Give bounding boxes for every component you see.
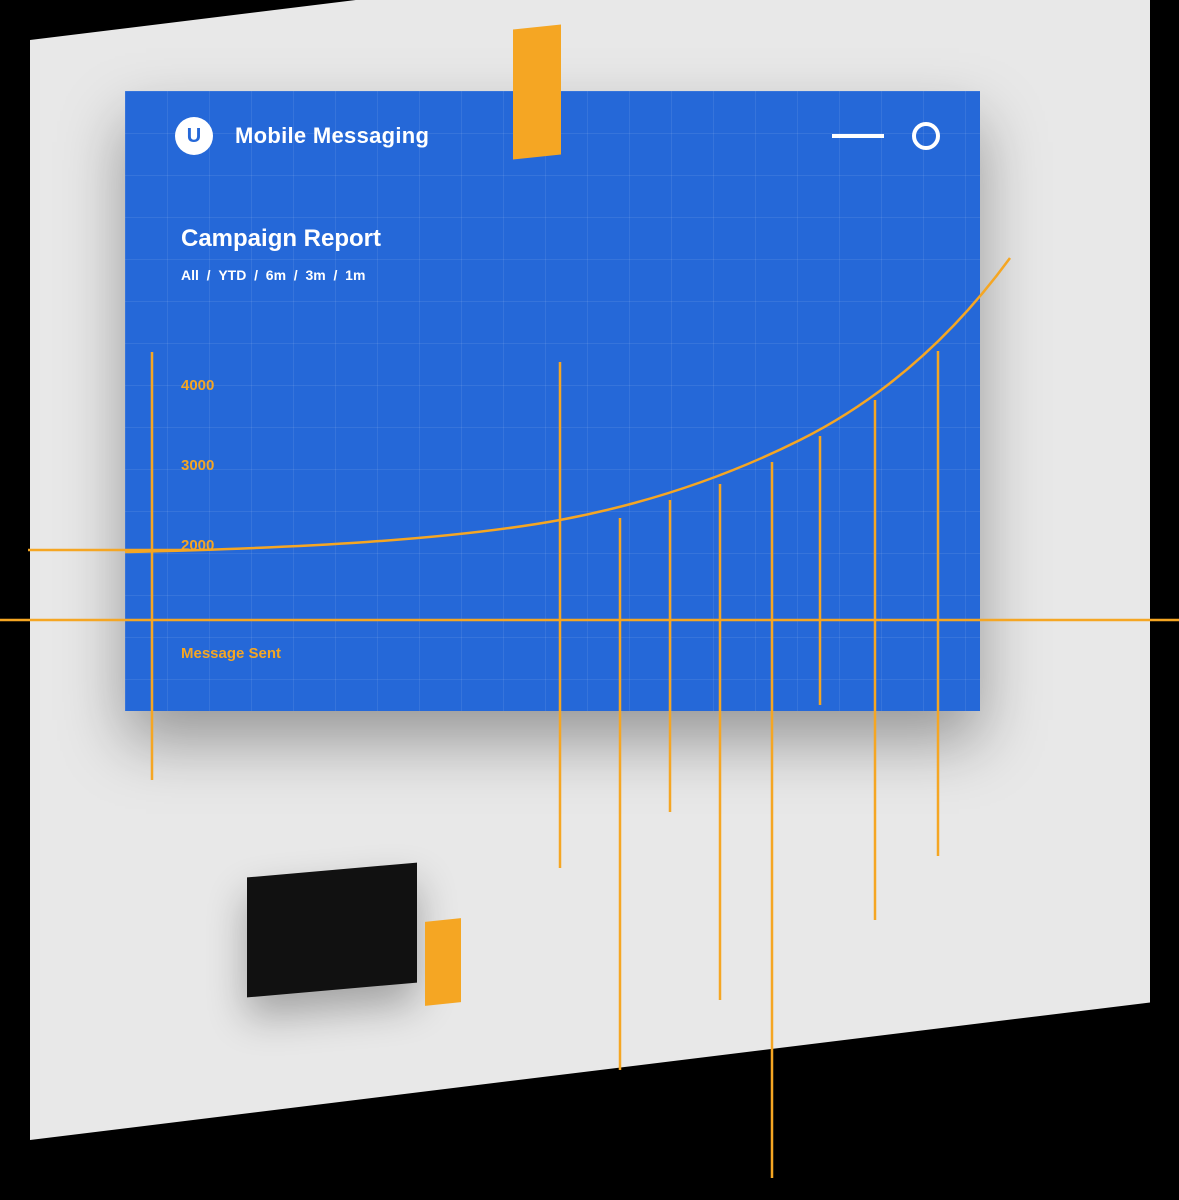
report-panel: U Mobile Messaging Campaign Report All /… bbox=[125, 91, 980, 711]
report-title: Campaign Report bbox=[181, 225, 980, 253]
filter-6m[interactable]: 6m bbox=[266, 267, 286, 283]
accent-block-dark bbox=[247, 863, 417, 998]
accent-block-small bbox=[425, 918, 461, 1006]
ytick-3000: 3000 bbox=[181, 457, 214, 537]
series-label: Message Sent bbox=[181, 645, 281, 662]
filter-3m[interactable]: 3m bbox=[305, 267, 325, 283]
accent-block-top bbox=[513, 24, 561, 159]
time-filter-row: All / YTD / 6m / 3m / 1m bbox=[181, 267, 980, 283]
filter-sep: / bbox=[199, 267, 218, 283]
minimize-icon[interactable] bbox=[832, 134, 884, 138]
app-title: Mobile Messaging bbox=[235, 123, 429, 149]
logo-letter: U bbox=[187, 125, 201, 148]
y-axis-ticks: 4000 3000 2000 bbox=[181, 377, 214, 617]
filter-sep: / bbox=[286, 267, 305, 283]
logo-icon: U bbox=[175, 117, 213, 155]
filter-sep: / bbox=[326, 267, 345, 283]
filter-all[interactable]: All bbox=[181, 267, 199, 283]
filter-1m[interactable]: 1m bbox=[345, 267, 365, 283]
report-block: Campaign Report All / YTD / 6m / 3m / 1m bbox=[125, 155, 980, 283]
filter-sep: / bbox=[246, 267, 265, 283]
ytick-2000: 2000 bbox=[181, 537, 214, 617]
filter-ytd[interactable]: YTD bbox=[218, 267, 246, 283]
circle-icon[interactable] bbox=[912, 122, 940, 150]
ytick-4000: 4000 bbox=[181, 377, 214, 457]
